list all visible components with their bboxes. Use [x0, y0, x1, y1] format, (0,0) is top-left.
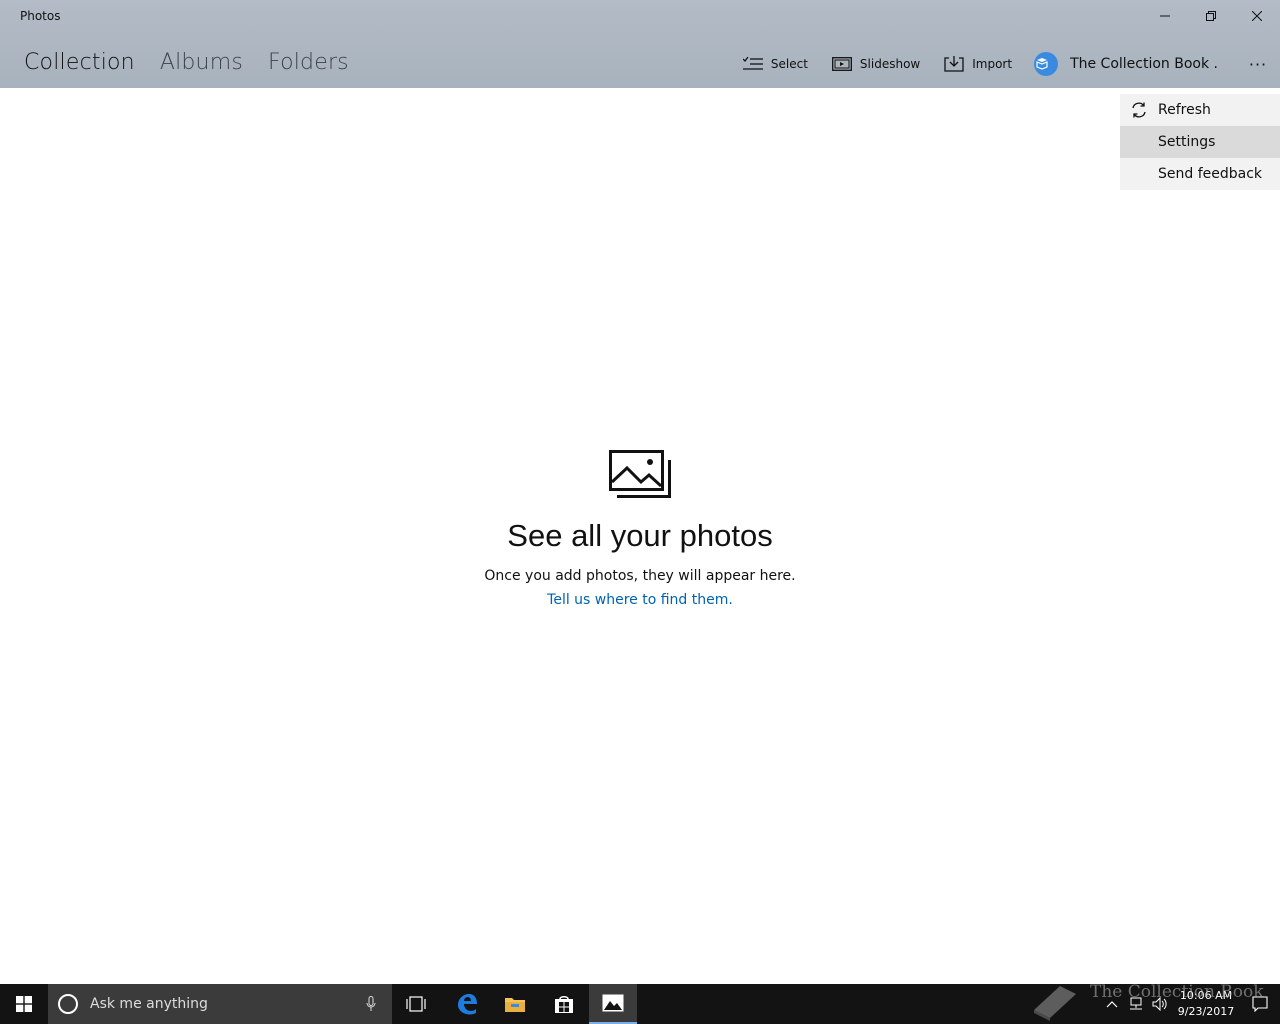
import-label: Import — [972, 57, 1013, 71]
import-button[interactable]: Import — [932, 44, 1024, 84]
account-button[interactable]: The Collection Book . — [1024, 44, 1236, 84]
photos-taskbar-button[interactable] — [589, 984, 637, 1024]
close-button[interactable] — [1234, 0, 1280, 32]
tab-folders[interactable]: Folders — [268, 50, 349, 75]
action-center-button[interactable] — [1240, 984, 1280, 1024]
store-button[interactable] — [540, 984, 588, 1024]
menu-item-label: Send feedback — [1158, 166, 1263, 182]
select-icon — [742, 57, 763, 70]
menu-item-label: Refresh — [1158, 102, 1211, 118]
chevron-up-icon — [1106, 1001, 1118, 1008]
window-controls — [1142, 0, 1280, 32]
microphone-icon[interactable] — [366, 996, 376, 1012]
cortana-icon — [58, 994, 78, 1014]
slideshow-icon — [831, 57, 852, 71]
find-photos-link[interactable]: Tell us where to find them. — [547, 592, 733, 608]
minimize-button[interactable] — [1142, 0, 1188, 32]
menu-item-send-feedback[interactable]: Send feedback — [1120, 158, 1280, 190]
photos-icon — [609, 450, 671, 498]
clock-date: 9/23/2017 — [1177, 1005, 1235, 1018]
toolbar: Select Slideshow Import The Collection B… — [731, 44, 1280, 84]
empty-state-title: See all your photos — [507, 518, 773, 553]
minimize-icon — [1160, 15, 1170, 17]
search-placeholder: Ask me anything — [90, 996, 208, 1012]
restore-button[interactable] — [1188, 0, 1234, 32]
menu-item-refresh[interactable]: Refresh — [1120, 94, 1280, 126]
more-options-button[interactable]: ··· — [1236, 44, 1280, 84]
nav-tabs: Collection Albums Folders — [24, 50, 349, 75]
restore-icon — [1206, 11, 1216, 21]
tab-collection[interactable]: Collection — [24, 50, 135, 75]
start-button[interactable] — [0, 984, 48, 1024]
taskbar-clock[interactable]: 10:06 AM 9/23/2017 — [1172, 988, 1240, 1020]
select-button[interactable]: Select — [731, 44, 820, 84]
photos-app-icon — [602, 994, 624, 1012]
import-icon — [944, 56, 964, 72]
volume-button[interactable] — [1148, 984, 1172, 1024]
window-title: Photos — [20, 9, 61, 23]
menu-item-label: Settings — [1158, 134, 1216, 150]
clock-time: 10:06 AM — [1179, 989, 1233, 1002]
book-icon — [1036, 58, 1048, 70]
close-icon — [1252, 11, 1262, 21]
task-view-icon — [406, 996, 426, 1012]
system-tray: 10:06 AM 9/23/2017 — [1100, 984, 1280, 1024]
file-explorer-button[interactable] — [491, 984, 539, 1024]
book-logo-icon — [1034, 986, 1076, 1021]
slideshow-label: Slideshow — [859, 57, 921, 71]
tab-albums[interactable]: Albums — [160, 50, 243, 75]
network-icon — [1130, 997, 1142, 1010]
windows-icon — [16, 996, 32, 1012]
store-icon — [555, 996, 573, 1013]
app-header: Photos Collection Albums Folders Select … — [0, 0, 1280, 88]
slideshow-button[interactable]: Slideshow — [820, 44, 932, 84]
menu-item-settings[interactable]: Settings — [1120, 126, 1280, 158]
taskbar: Ask me anything 10:06 AM 9/23/2017 The C… — [0, 982, 1280, 1024]
edge-icon — [458, 994, 477, 1015]
task-view-button[interactable] — [392, 984, 440, 1024]
notifications-icon — [1252, 996, 1268, 1012]
folder-icon — [505, 998, 525, 1012]
edge-button[interactable] — [443, 984, 491, 1024]
speaker-icon — [1152, 997, 1167, 1011]
account-name: The Collection Book . — [1070, 56, 1218, 72]
empty-state-subtitle: Once you add photos, they will appear he… — [484, 568, 796, 584]
photos-app: Photos Collection Albums Folders Select … — [0, 0, 1280, 984]
account-avatar — [1034, 52, 1059, 76]
select-label: Select — [770, 57, 808, 71]
network-button[interactable] — [1124, 984, 1148, 1024]
empty-state: See all your photos Once you add photos,… — [0, 450, 1280, 608]
show-hidden-icons-button[interactable] — [1100, 984, 1124, 1024]
cortana-search-box[interactable]: Ask me anything — [48, 984, 392, 1024]
more-options-menu: Refresh Settings Send feedback — [1120, 94, 1280, 190]
refresh-icon — [1132, 102, 1146, 118]
